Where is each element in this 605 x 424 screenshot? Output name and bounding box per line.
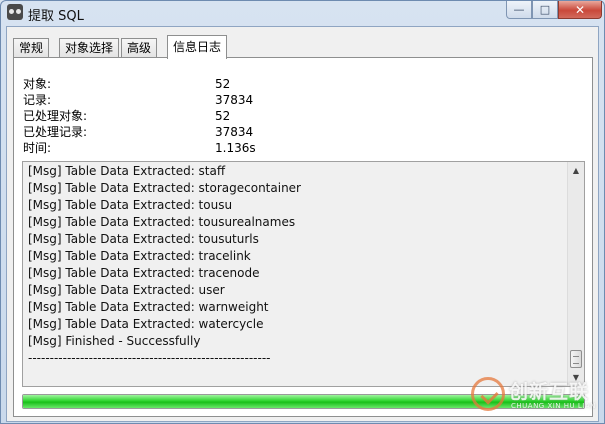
stat-row-records: 记录: 37834 (23, 92, 423, 108)
scroll-up-arrow-icon[interactable]: ▲ (568, 162, 584, 179)
stat-value: 1.136s (215, 141, 256, 155)
stat-label: 已处理记录: (23, 125, 88, 139)
log-line: [Msg] Table Data Extracted: storageconta… (28, 181, 301, 195)
stat-value: 37834 (215, 93, 254, 107)
tab-general[interactable]: 常规 (13, 38, 50, 58)
stat-row-processed-objects: 已处理对象: 52 (23, 108, 423, 124)
minimize-button[interactable]: — (506, 1, 532, 19)
log-separator: ----------------------------------------… (28, 351, 271, 365)
stat-label: 对象: (23, 77, 52, 91)
stat-value: 52 (215, 109, 231, 123)
stats-section: 对象: 52 记录: 37834 已处理对象: 52 已处理记录: 37834 … (23, 76, 423, 156)
tab-info-log[interactable]: 信息日志 (167, 35, 228, 59)
progress-fill (23, 395, 584, 408)
tab-object-selection[interactable]: 对象选择 (59, 38, 120, 58)
log-line: [Msg] Table Data Extracted: tousuturls (28, 232, 259, 246)
log-line: [Msg] Table Data Extracted: watercycle (28, 317, 264, 331)
title-bar[interactable]: 提取 SQL — □ ✕ (1, 1, 604, 25)
stat-row-time: 时间: 1.136s (23, 140, 423, 156)
tab-strip: 常规 对象选择 高级 信息日志 (13, 35, 593, 59)
log-line: [Msg] Finished - Successfully (28, 334, 201, 348)
stat-label: 时间: (23, 141, 52, 155)
dialog-client-area: 常规 对象选择 高级 信息日志 对象: 52 记录: 37834 已处理对象: … (6, 26, 599, 422)
log-line: [Msg] Table Data Extracted: warnweight (28, 300, 269, 314)
log-line: [Msg] Table Data Extracted: tousurealnam… (28, 215, 296, 229)
tab-advanced[interactable]: 高级 (121, 38, 158, 58)
log-line: [Msg] Table Data Extracted: tracenode (28, 266, 260, 280)
log-line: [Msg] Table Data Extracted: user (28, 283, 225, 297)
minimize-icon: — (513, 3, 525, 16)
maximize-button[interactable]: □ (532, 1, 558, 19)
log-lines: [Msg] Table Data Extracted: staff [Msg] … (28, 163, 301, 367)
window-title: 提取 SQL (28, 9, 84, 24)
close-icon: ✕ (574, 2, 586, 17)
scroll-thumb[interactable] (570, 350, 582, 368)
scroll-down-arrow-icon[interactable]: ▼ (568, 369, 584, 386)
log-line: [Msg] Table Data Extracted: staff (28, 164, 226, 178)
maximize-icon: □ (539, 3, 551, 16)
stat-label: 记录: (23, 93, 52, 107)
stat-row-processed-records: 已处理记录: 37834 (23, 124, 423, 140)
log-scrollbar[interactable]: ▲ ▼ (567, 162, 584, 386)
app-icon (7, 4, 23, 20)
extract-sql-window: 提取 SQL — □ ✕ 常规 对象选择 高级 信息日志 对象: 52 记录: (0, 0, 605, 424)
stat-label: 已处理对象: (23, 109, 88, 123)
stat-row-objects: 对象: 52 (23, 76, 423, 92)
stat-value: 37834 (215, 125, 254, 139)
progress-bar (22, 394, 585, 409)
info-log-panel: 对象: 52 记录: 37834 已处理对象: 52 已处理记录: 37834 … (13, 57, 593, 417)
stat-value: 52 (215, 77, 231, 91)
log-line: [Msg] Table Data Extracted: tracelink (28, 249, 251, 263)
close-button[interactable]: ✕ (558, 1, 602, 19)
log-line: [Msg] Table Data Extracted: tousu (28, 198, 233, 212)
log-textbox[interactable]: [Msg] Table Data Extracted: staff [Msg] … (22, 161, 585, 387)
